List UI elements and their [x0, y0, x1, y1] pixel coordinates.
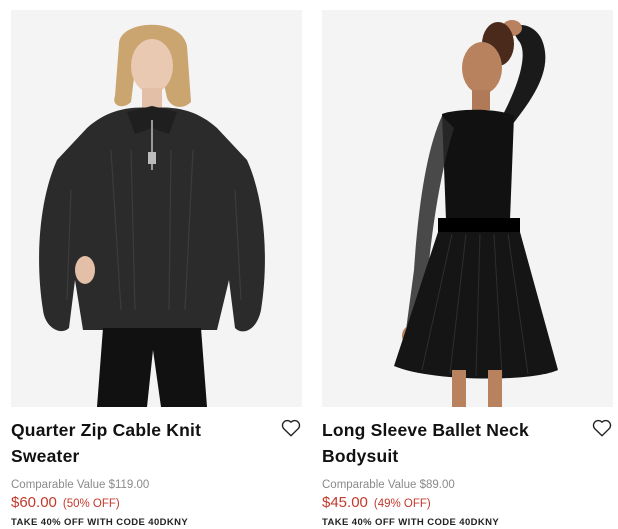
product-image[interactable]	[322, 10, 613, 407]
sale-price: $45.00	[322, 494, 368, 511]
product-title[interactable]: Quarter Zip Cable Knit Sweater	[11, 417, 268, 469]
product-card[interactable]: Quarter Zip Cable Knit Sweater Comparabl…	[11, 10, 302, 528]
product-title-row: Long Sleeve Ballet Neck Bodysuit	[322, 417, 613, 469]
promo-code-text: TAKE 40% OFF WITH CODE 40DKNY	[322, 517, 500, 528]
heart-outline-icon[interactable]	[280, 417, 302, 439]
heart-outline-icon[interactable]	[591, 417, 613, 439]
promo-code-text: TAKE 40% OFF WITH CODE 40DKNY	[11, 517, 189, 528]
product-photo-sweater	[11, 10, 302, 407]
product-grid: Quarter Zip Cable Knit Sweater Comparabl…	[11, 10, 613, 528]
product-photo-bodysuit	[322, 10, 613, 407]
discount-percent: (50% OFF)	[62, 498, 120, 510]
price-row: $60.00 (50% OFF)	[11, 494, 302, 511]
product-card[interactable]: Long Sleeve Ballet Neck Bodysuit Compara…	[322, 10, 613, 528]
product-title-row: Quarter Zip Cable Knit Sweater	[11, 417, 302, 469]
price-row: $45.00 (49% OFF)	[322, 494, 613, 511]
comparable-value: Comparable Value $89.00	[322, 479, 455, 491]
product-title[interactable]: Long Sleeve Ballet Neck Bodysuit	[322, 417, 579, 469]
comparable-value: Comparable Value $119.00	[11, 479, 150, 491]
product-image[interactable]	[11, 10, 302, 407]
discount-percent: (49% OFF)	[373, 498, 431, 510]
sale-price: $60.00	[11, 494, 57, 511]
